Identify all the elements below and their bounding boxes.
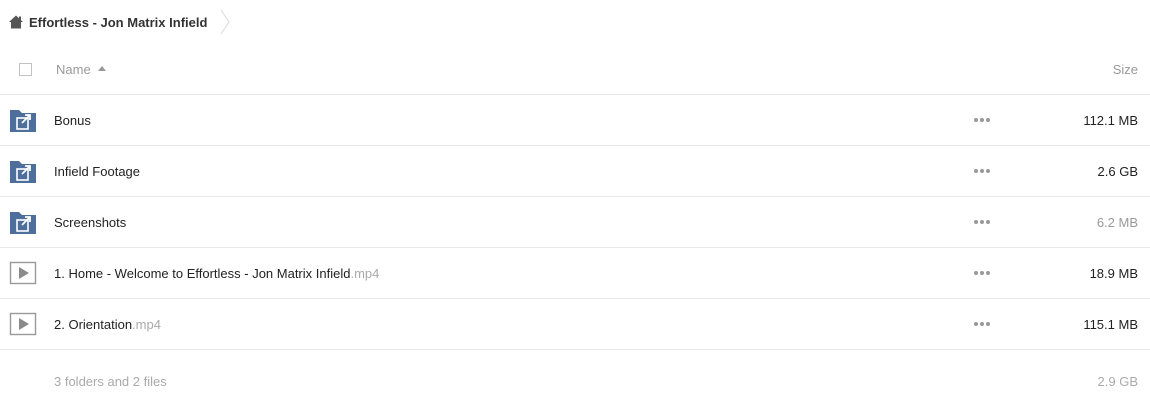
file-name[interactable]: Screenshots — [54, 215, 126, 230]
shared-folder-icon — [9, 208, 37, 236]
file-size: 6.2 MB — [1096, 214, 1138, 230]
file-name[interactable]: Infield Footage — [54, 164, 140, 179]
table-row[interactable]: Infield Footage 2.6 GB — [0, 146, 1150, 197]
file-size: 2.6 GB — [1097, 163, 1138, 179]
table-header: Name Size — [0, 44, 1150, 95]
video-play-icon — [9, 259, 37, 287]
file-name[interactable]: 1. Home - Welcome to Effortless - Jon Ma… — [54, 266, 379, 281]
file-name[interactable]: 2. Orientation.mp4 — [54, 317, 161, 332]
table-row[interactable]: Screenshots 6.2 MB — [0, 197, 1150, 248]
table-footer: 3 folders and 2 files 2.9 GB — [0, 350, 1150, 412]
breadcrumb-separator-icon — [221, 9, 231, 35]
breadcrumb: Effortless - Jon Matrix Infield — [8, 0, 233, 44]
file-name[interactable]: Bonus — [54, 113, 91, 128]
more-options-icon[interactable] — [970, 215, 994, 229]
table-row[interactable]: 1. Home - Welcome to Effortless - Jon Ma… — [0, 248, 1150, 299]
more-options-icon[interactable] — [970, 317, 994, 331]
file-table: Name Size Bonus 112.1 MB Infield Footage 2.… — [0, 44, 1150, 412]
sort-ascending-icon — [97, 66, 106, 71]
file-name-base: Bonus — [54, 112, 91, 128]
more-options-icon[interactable] — [970, 113, 994, 127]
more-options-icon[interactable] — [970, 266, 994, 280]
name-column-label: Name — [56, 61, 91, 77]
video-play-icon — [9, 310, 37, 338]
file-extension: .mp4 — [350, 265, 380, 281]
file-size: 112.1 MB — [1083, 112, 1138, 128]
file-size: 115.1 MB — [1083, 316, 1138, 332]
breadcrumb-current[interactable]: Effortless - Jon Matrix Infield — [29, 15, 207, 30]
more-options-icon[interactable] — [970, 164, 994, 178]
size-column-header[interactable]: Size — [1113, 62, 1138, 77]
shared-folder-icon — [9, 106, 37, 134]
file-size: 18.9 MB — [1089, 265, 1138, 281]
file-extension: .mp4 — [132, 316, 161, 332]
shared-folder-icon — [9, 157, 37, 185]
total-size: 2.9 GB — [1097, 373, 1138, 389]
table-row[interactable]: 2. Orientation.mp4 115.1 MB — [0, 299, 1150, 350]
file-name-base: 2. Orientation — [54, 316, 133, 332]
file-name-base: Infield Footage — [54, 163, 141, 179]
home-icon[interactable] — [8, 14, 24, 30]
select-all-checkbox[interactable] — [19, 62, 32, 76]
item-count-summary: 3 folders and 2 files — [54, 373, 167, 389]
file-list: Bonus 112.1 MB Infield Footage 2.6 GB Screen… — [0, 95, 1150, 350]
table-row[interactable]: Bonus 112.1 MB — [0, 95, 1150, 146]
name-column-header[interactable]: Name — [56, 62, 106, 77]
file-name-base: Screenshots — [54, 214, 127, 230]
file-name-base: 1. Home - Welcome to Effortless - Jon Ma… — [54, 265, 351, 281]
